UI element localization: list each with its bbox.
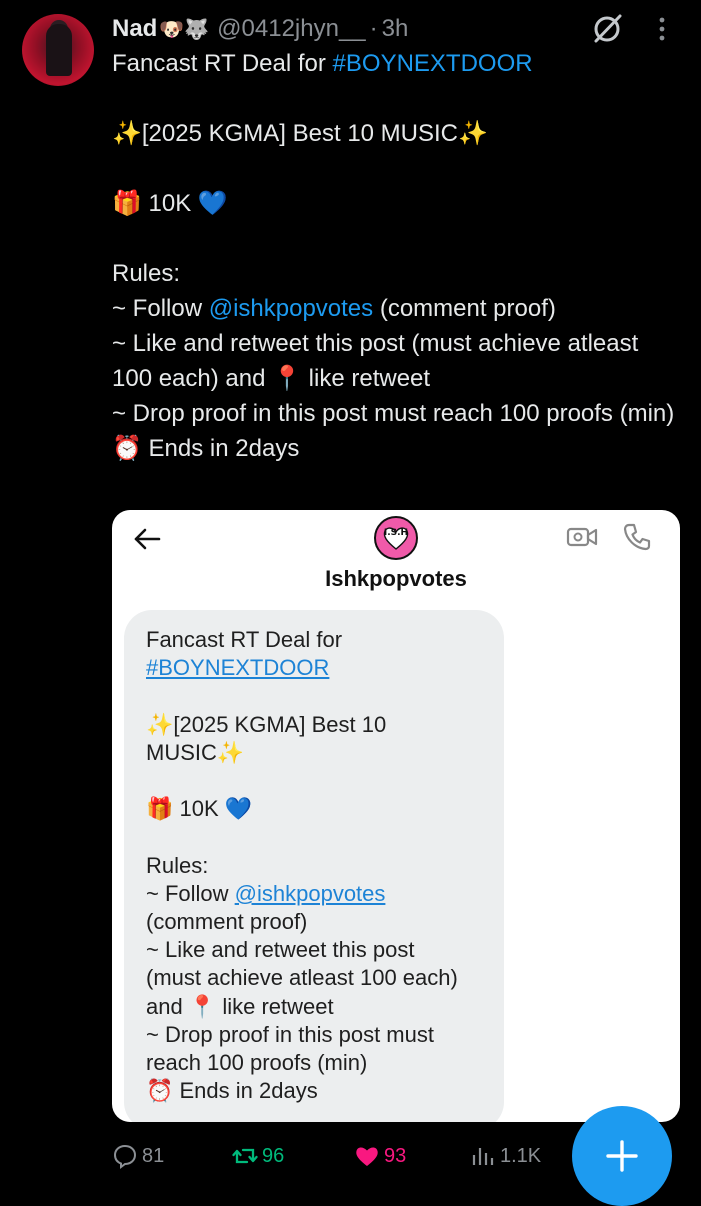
retweet-button[interactable]: 96 [232, 1136, 284, 1176]
views-count: 1.1K [500, 1144, 542, 1167]
back-icon[interactable] [132, 524, 162, 554]
retweet-icon [232, 1148, 258, 1164]
author-emoji: 🐶🐺 [159, 17, 210, 41]
like-icon [356, 1147, 378, 1166]
retweet-count: 96 [262, 1144, 285, 1167]
author-handle[interactable]: @0412jhyn__ [217, 15, 365, 43]
message-mention-link: @ishkpopvotes [234, 880, 386, 906]
views-icon [472, 1148, 494, 1165]
contact-logo: I.S.H [374, 516, 418, 560]
tweet-time[interactable]: 3h [382, 15, 409, 43]
separator-dot: · [369, 15, 378, 42]
hashtag-link[interactable]: #BOYNEXTDOOR [333, 50, 533, 77]
contact-name: Ishkpopvotes [325, 566, 467, 591]
attached-image[interactable]: I.S.H Ishkpopvotes Fancast RT Deal for #… [112, 510, 680, 1122]
more-icon[interactable] [652, 14, 672, 46]
grok-icon[interactable] [590, 12, 624, 46]
tweet-text: Fancast RT Deal for #BOYNEXTDOOR ✨[2025 … [112, 46, 682, 466]
phone-icon[interactable] [622, 522, 652, 552]
reply-button[interactable]: 81 [112, 1136, 164, 1176]
author-name[interactable]: Nad [112, 15, 157, 43]
compose-button[interactable] [572, 1106, 672, 1206]
mention-link[interactable]: @ishkpopvotes [209, 295, 373, 322]
avatar-figure [46, 24, 72, 76]
reply-icon [113, 1144, 137, 1169]
compose-plus-icon [606, 1140, 638, 1172]
like-count: 93 [384, 1144, 407, 1167]
tweet-text-intro: Fancast RT Deal for [112, 50, 333, 77]
author-avatar[interactable] [22, 14, 94, 86]
message-intro: Fancast RT Deal for [146, 627, 343, 652]
like-button[interactable]: 93 [354, 1136, 406, 1176]
reply-count: 81 [142, 1144, 165, 1167]
video-call-icon[interactable] [566, 524, 598, 550]
contact-logo-text: I.S.H [383, 528, 409, 538]
message-rules: (comment proof) ~ Like and retweet this … [146, 909, 458, 1104]
message-body: ✨[2025 KGMA] Best 10 MUSIC✨ 🎁 10K 💙 Rule… [146, 711, 387, 906]
message-hashtag-link: #BOYNEXTDOOR [146, 655, 330, 681]
message-bubble: Fancast RT Deal for #BOYNEXTDOOR ✨[2025 … [124, 610, 504, 1122]
tweet-header: Nad 🐶🐺 @0412jhyn__ · 3h [112, 14, 408, 44]
views-button[interactable]: 1.1K [470, 1136, 541, 1176]
message-text: Fancast RT Deal for #BOYNEXTDOOR ✨[2025 … [146, 626, 496, 1105]
tweet-text-body: ✨[2025 KGMA] Best 10 MUSIC✨ 🎁 10K 💙 Rule… [112, 120, 488, 322]
